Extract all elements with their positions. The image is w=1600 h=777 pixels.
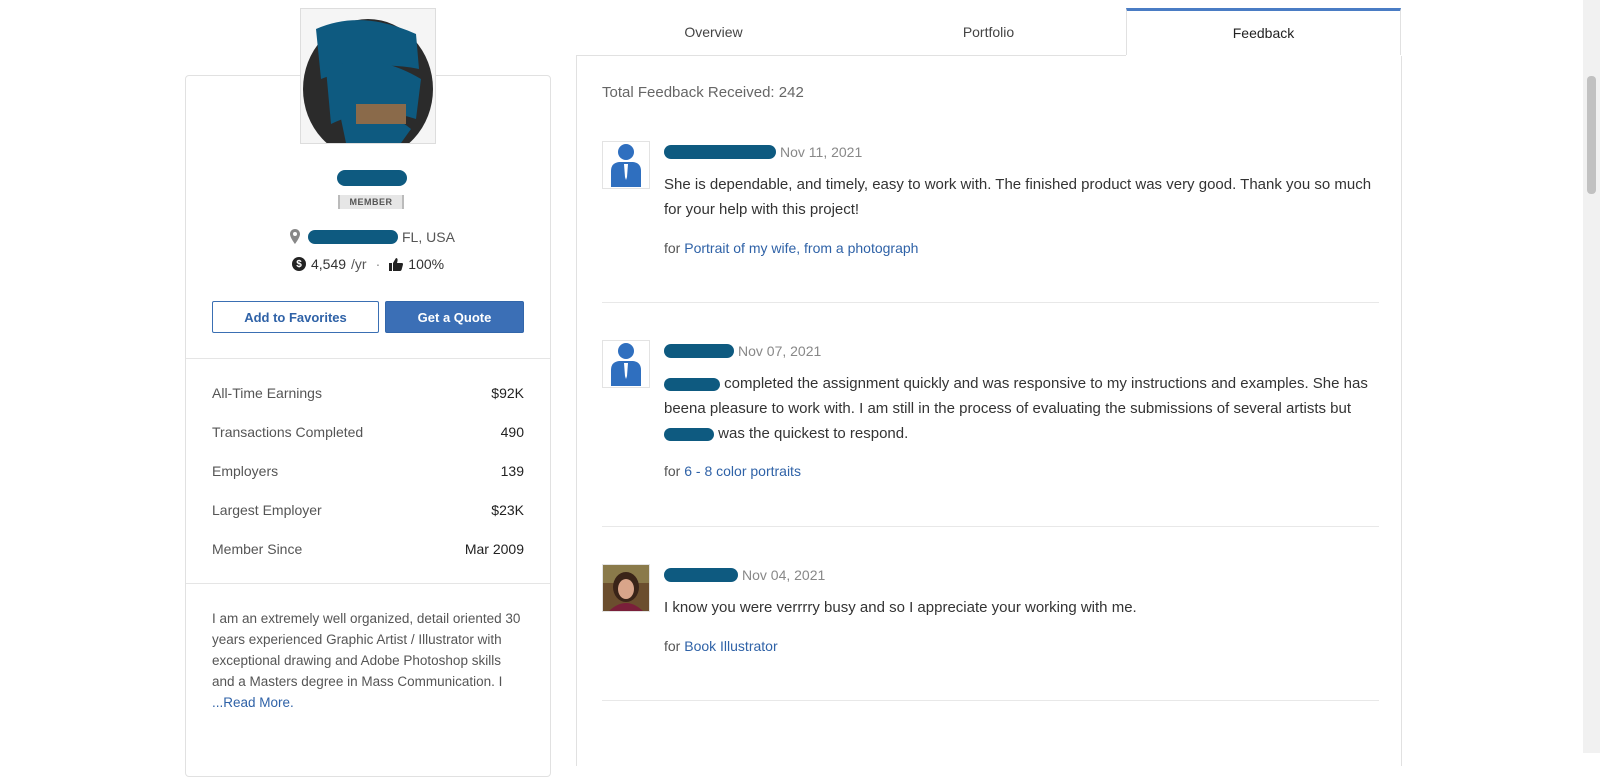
location-pin-icon — [290, 229, 300, 244]
read-more-link[interactable]: ...Read More. — [212, 695, 294, 710]
project-link[interactable]: Portrait of my wife, from a photograph — [684, 240, 918, 256]
feedback-header: Nov 04, 2021 — [664, 567, 825, 583]
member-badge: MEMBER — [338, 195, 404, 209]
project-link[interactable]: Book Illustrator — [684, 638, 777, 654]
tab-overview[interactable]: Overview — [576, 8, 851, 55]
feedback-date: Nov 04, 2021 — [742, 567, 826, 583]
scrollbar-thumb[interactable] — [1587, 76, 1596, 194]
separator-dot: · — [375, 256, 381, 272]
stat-row: Employers 139 — [212, 462, 524, 479]
add-to-favorites-button[interactable]: Add to Favorites — [212, 301, 379, 333]
rate-value: 4,549 — [311, 256, 347, 272]
project-link[interactable]: 6 - 8 color portraits — [684, 463, 801, 479]
stats-list: All-Time Earnings $92K Transactions Comp… — [212, 373, 524, 568]
feedback-header: Nov 07, 2021 — [664, 343, 821, 359]
profile-card: MEMBER FL, USA $ 4,549 /yr · 100% Add to… — [185, 75, 551, 777]
profile-photo — [301, 9, 435, 143]
rate-unit: /yr — [351, 256, 367, 272]
stat-row: Transactions Completed 490 — [212, 423, 524, 440]
dollar-icon: $ — [292, 257, 306, 271]
feedback-item: Nov 07, 2021 completed the assignment qu… — [602, 340, 1379, 510]
feedback-project: for Book Illustrator — [664, 638, 778, 654]
default-user-icon — [602, 141, 650, 189]
vertical-scrollbar[interactable] — [1583, 0, 1600, 753]
redacted-name — [664, 377, 720, 391]
feedback-header: Nov 11, 2021 — [664, 144, 862, 160]
location-text: FL, USA — [402, 229, 455, 245]
tab-feedback[interactable]: Feedback — [1126, 8, 1401, 55]
feedback-divider — [602, 302, 1379, 303]
feedback-project: for 6 - 8 color portraits — [664, 463, 801, 479]
feedback-text: She is dependable, and timely, easy to w… — [664, 176, 1372, 218]
feedback-text: completed the assignment quickly and was… — [664, 375, 1368, 442]
redacted-name — [337, 170, 407, 186]
stat-row: Member Since Mar 2009 — [212, 540, 524, 557]
profile-avatar — [300, 8, 436, 144]
feedback-item: Nov 11, 2021 She is dependable, and time… — [602, 141, 1379, 301]
redacted-reviewer — [664, 568, 738, 582]
feedback-date: Nov 07, 2021 — [738, 343, 822, 359]
divider — [186, 358, 550, 359]
approval-value: 100% — [408, 256, 445, 272]
feedback-divider — [602, 700, 1379, 701]
get-quote-button[interactable]: Get a Quote — [385, 301, 524, 333]
feedback-date: Nov 11, 2021 — [780, 144, 863, 160]
stat-row: Largest Employer $23K — [212, 501, 524, 518]
bio-text: I am an extremely well organized, detail… — [212, 611, 521, 689]
feedback-divider — [602, 526, 1379, 527]
feedback-text: I know you were verrrry busy and so I ap… — [664, 599, 1137, 616]
rate-line: $ 4,549 /yr · 100% — [292, 256, 444, 272]
profile-tabs: Overview Portfolio Feedback — [576, 8, 1401, 56]
redacted-city — [308, 230, 398, 244]
stat-row: All-Time Earnings $92K — [212, 384, 524, 401]
feedback-item: Nov 04, 2021 I know you were verrrry bus… — [602, 564, 1379, 694]
location: FL, USA — [288, 229, 455, 245]
feedback-project: for Portrait of my wife, from a photogra… — [664, 240, 919, 256]
redacted-name — [664, 427, 714, 441]
feedback-total: Total Feedback Received: 242 — [602, 84, 804, 101]
tab-portfolio[interactable]: Portfolio — [851, 8, 1126, 55]
redacted-reviewer — [664, 344, 734, 358]
default-user-icon — [602, 340, 650, 388]
feedback-panel: Total Feedback Received: 242 Nov 11, 202… — [576, 56, 1402, 766]
thumbs-up-icon — [389, 257, 404, 271]
divider — [186, 583, 550, 584]
bio: I am an extremely well organized, detail… — [212, 608, 524, 713]
reviewer-avatar — [602, 564, 650, 612]
redacted-reviewer — [664, 145, 776, 159]
